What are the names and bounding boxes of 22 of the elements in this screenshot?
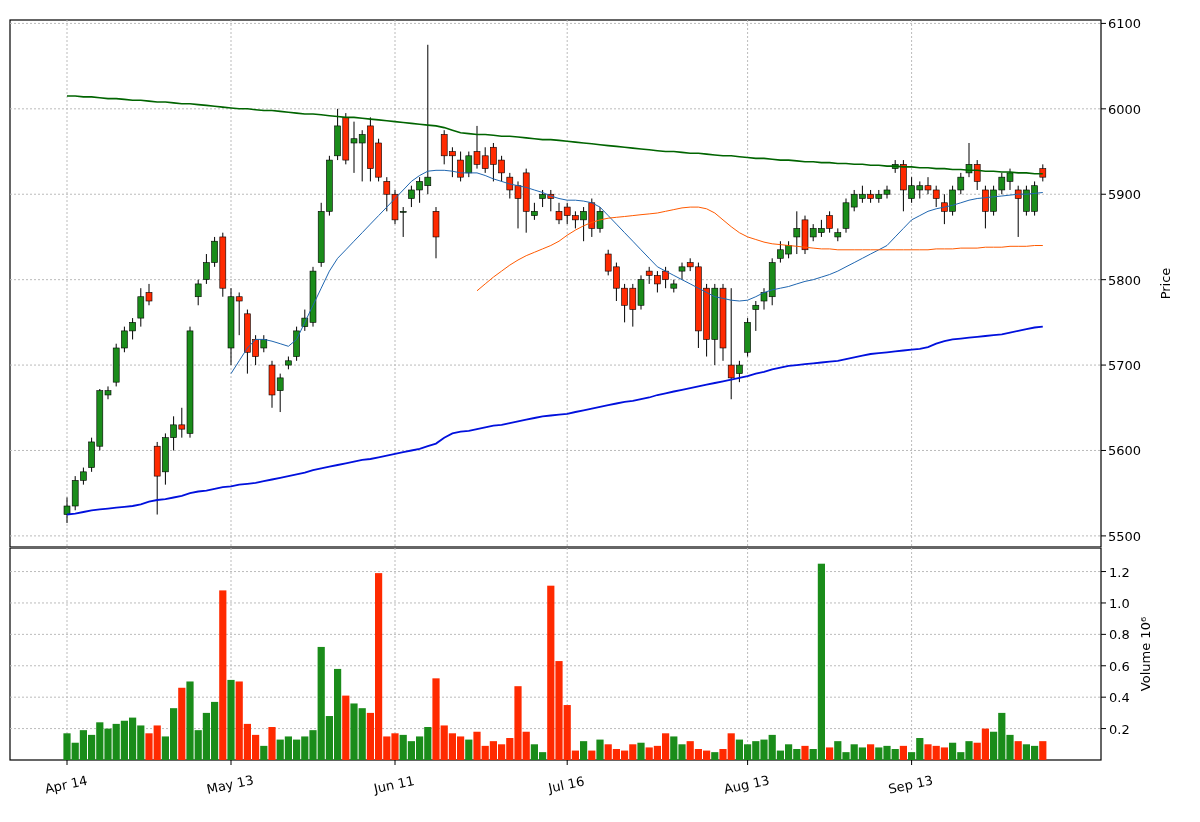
- axis-label: 0.4: [1109, 690, 1130, 706]
- axis-label: 5800: [1108, 272, 1142, 288]
- axis-label: 5500: [1108, 528, 1142, 544]
- axis-label: 1.2: [1109, 564, 1130, 580]
- axis-label: Jun 11: [372, 773, 416, 797]
- axis-label: 1.0: [1109, 595, 1130, 611]
- axis-label: 6000: [1108, 101, 1142, 117]
- axis-label: Jul 16: [546, 773, 586, 796]
- axis-title: Volume 10⁶: [1138, 616, 1153, 692]
- axis-title: Price: [1158, 267, 1173, 300]
- candle: [432, 206, 440, 259]
- axis-label: 0.6: [1109, 658, 1130, 674]
- axis-label: May 13: [205, 772, 255, 797]
- axis-label: 5600: [1108, 443, 1142, 459]
- axis-label: 5900: [1108, 187, 1142, 203]
- axis-label: Apr 14: [43, 772, 89, 797]
- axis-label: 5700: [1108, 358, 1142, 374]
- axis-label: 0.8: [1109, 627, 1130, 643]
- axis-label: 0.2: [1109, 721, 1130, 737]
- axis-label: Aug 13: [722, 772, 771, 797]
- axis-label: 6100: [1108, 16, 1142, 32]
- axis-label: Sep 13: [887, 772, 935, 797]
